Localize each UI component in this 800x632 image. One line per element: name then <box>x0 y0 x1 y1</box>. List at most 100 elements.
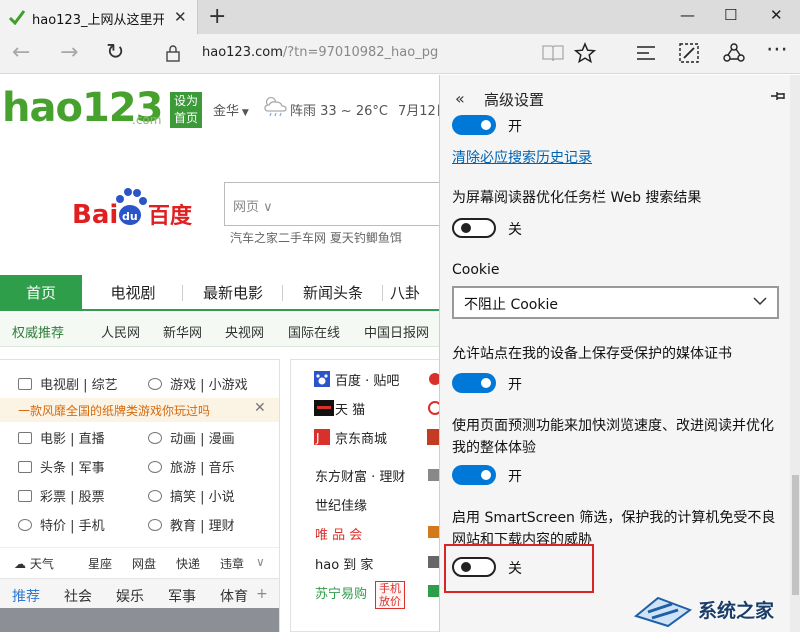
navigation-bar: ← → ↻ hao123.com/?tn=97010982_hao_pg ⋯ <box>0 34 800 74</box>
hao123-page: hao123 .com 设为 首页 金华 ▼ 阵雨 33 ~ 26°C 7月12… <box>0 75 440 632</box>
category-item[interactable]: 电影 | 直播 <box>18 428 105 447</box>
settings-back-icon[interactable]: « <box>455 89 465 108</box>
ad-close-icon[interactable]: ✕ <box>254 400 266 416</box>
news-tab[interactable]: 体育 <box>220 586 248 606</box>
news-thumbnail[interactable] <box>0 608 279 632</box>
search-type-selector[interactable]: 网页 ∨ <box>233 196 273 215</box>
hot-badge-line-1: 手机 <box>379 582 401 595</box>
ad-text: 一款风靡全国的纸牌类游戏你玩过吗 <box>18 404 211 418</box>
tab-close-icon[interactable]: ✕ <box>174 8 187 26</box>
reading-view-icon[interactable] <box>542 44 564 62</box>
lottery-icon <box>18 490 32 502</box>
baidu-logo[interactable]: Bai du 百度 <box>72 185 196 231</box>
chevron-down-icon[interactable]: ∨ <box>256 555 265 569</box>
education-icon <box>148 519 162 531</box>
category-item[interactable]: 旅游 | 音乐 <box>148 457 235 476</box>
browser-tab[interactable]: hao123_上网从这里开始 ✕ <box>0 0 198 34</box>
site-link-eastmoney[interactable]: 东方财富 · 理财 <box>315 466 405 485</box>
nav-tab-home[interactable]: 首页 <box>0 275 82 311</box>
site-link-vip[interactable]: 唯 品 会 <box>315 524 362 543</box>
weather-info[interactable]: 阵雨 33 ~ 26°C <box>290 100 388 119</box>
taskbar-search-toggle[interactable] <box>452 218 496 238</box>
quick-link-weather[interactable]: ☁ 天气 <box>14 555 54 572</box>
category-label: 搞笑 | 小说 <box>170 490 235 505</box>
title-bar: hao123_上网从这里开始 ✕ + — ☐ ✕ <box>0 0 800 34</box>
forward-icon[interactable]: → <box>60 40 78 65</box>
ad-banner[interactable]: 一款风靡全国的纸牌类游戏你玩过吗 ✕ <box>0 398 279 422</box>
settings-scrollbar[interactable] <box>790 75 800 632</box>
set-homepage-button[interactable]: 设为 首页 <box>170 92 202 128</box>
category-item[interactable]: 教育 | 理财 <box>148 515 235 534</box>
address-bar[interactable]: hao123.com/?tn=97010982_hao_pg <box>202 45 438 60</box>
category-item[interactable]: 头条 | 军事 <box>18 457 105 476</box>
clear-bing-history-link[interactable]: 清除必应搜索历史记录 <box>452 147 592 167</box>
news-tab[interactable]: 社会 <box>64 586 92 606</box>
nav-tab-movies[interactable]: 最新电影 <box>186 275 280 311</box>
quick-link[interactable]: 快递 <box>176 555 200 572</box>
search-input[interactable]: 网页 ∨ <box>224 182 440 226</box>
tab-title: hao123_上网从这里开始 <box>32 13 164 28</box>
quick-link[interactable]: 网盘 <box>132 555 156 572</box>
page-prediction-toggle[interactable] <box>452 465 496 485</box>
sub-nav-recommended[interactable]: 权威推荐 <box>12 322 64 341</box>
category-item[interactable]: 动画 | 漫画 <box>148 428 235 447</box>
news-tab[interactable]: 军事 <box>168 586 196 606</box>
category-label: 教育 | 理财 <box>170 519 235 534</box>
news-tab-recommended[interactable]: 推荐 <box>12 586 40 606</box>
site-link-baidu-tieba[interactable]: 百度 · 贴吧 <box>335 370 399 389</box>
refresh-icon[interactable]: ↻ <box>106 40 124 65</box>
new-tab-button[interactable]: + <box>208 4 226 29</box>
city-name: 金华 <box>213 104 240 119</box>
weibo-icon <box>429 373 440 385</box>
maximize-button[interactable]: ☐ <box>724 6 737 24</box>
sub-nav-link[interactable]: 国际在线 <box>288 322 340 341</box>
quick-link[interactable]: 星座 <box>88 555 112 572</box>
svg-text:百度: 百度 <box>148 203 193 229</box>
news-tab[interactable]: 娱乐 <box>116 586 144 606</box>
search-suggestions-toggle[interactable] <box>452 115 496 135</box>
rain-weather-icon <box>264 96 287 117</box>
more-icon[interactable]: ⋯ <box>766 37 788 62</box>
sub-nav-link[interactable]: 人民网 <box>101 322 140 341</box>
scrollbar-thumb[interactable] <box>792 475 799 595</box>
hub-icon[interactable] <box>636 45 656 61</box>
media-license-toggle[interactable] <box>452 373 496 393</box>
tv-icon <box>18 378 32 390</box>
nav-tab-news[interactable]: 新闻头条 <box>286 275 380 311</box>
cookie-select[interactable]: 不阻止 Cookie <box>452 286 779 319</box>
share-icon[interactable] <box>722 42 746 64</box>
minimize-button[interactable]: — <box>680 6 695 24</box>
web-note-icon[interactable] <box>678 42 700 64</box>
favorite-star-icon[interactable] <box>574 42 596 64</box>
category-item[interactable]: 游戏 | 小游戏 <box>148 374 248 393</box>
add-tab-icon[interactable]: + <box>256 586 268 602</box>
main-nav: 首页 电视剧 最新电影 新闻头条 八卦 <box>0 275 440 311</box>
site-link-suning[interactable]: 苏宁易购 <box>315 583 367 602</box>
category-item[interactable]: 搞笑 | 小说 <box>148 486 235 505</box>
category-label: 彩票 | 股票 <box>40 490 105 505</box>
quick-links-row: ☁ 天气 星座 网盘 快递 违章 ∨ <box>0 547 279 577</box>
hot-badge[interactable]: 手机 放价 <box>375 581 405 609</box>
site-link-hao-daojia[interactable]: hao 到 家 <box>315 554 373 573</box>
category-item[interactable]: 电视剧 | 综艺 <box>18 374 118 393</box>
city-selector[interactable]: 金华 ▼ <box>213 100 249 119</box>
nav-tab-gossip[interactable]: 八卦 <box>390 275 440 311</box>
site-link-jd[interactable]: 京东商城 <box>335 428 387 447</box>
back-icon[interactable]: ← <box>12 40 30 65</box>
site-link-jiayuan[interactable]: 世纪佳缘 <box>315 495 367 514</box>
quick-link-label: 天气 <box>29 557 54 571</box>
nav-tab-tv[interactable]: 电视剧 <box>86 275 180 311</box>
quick-link[interactable]: 违章 <box>220 555 244 572</box>
category-item[interactable]: 特价 | 手机 <box>18 515 105 534</box>
sub-nav-link[interactable]: 央视网 <box>225 322 264 341</box>
pin-icon[interactable] <box>770 89 788 103</box>
window-close-button[interactable]: ✕ <box>770 6 783 24</box>
search-hints[interactable]: 汽车之家二手车网 夏天钓鲫鱼饵 <box>230 229 402 246</box>
category-item[interactable]: 彩票 | 股票 <box>18 486 105 505</box>
site-link-tmall[interactable]: 天 猫 <box>335 399 365 418</box>
sub-nav-link[interactable]: 新华网 <box>163 322 202 341</box>
sub-nav-link[interactable]: 中国日报网 <box>364 322 429 341</box>
address-query: /?tn=97010982_hao_pg <box>282 45 439 60</box>
taskbar-search-label: 为屏幕阅读器优化任务栏 Web 搜索结果 <box>452 190 702 206</box>
search-type-label: 网页 <box>233 200 260 215</box>
